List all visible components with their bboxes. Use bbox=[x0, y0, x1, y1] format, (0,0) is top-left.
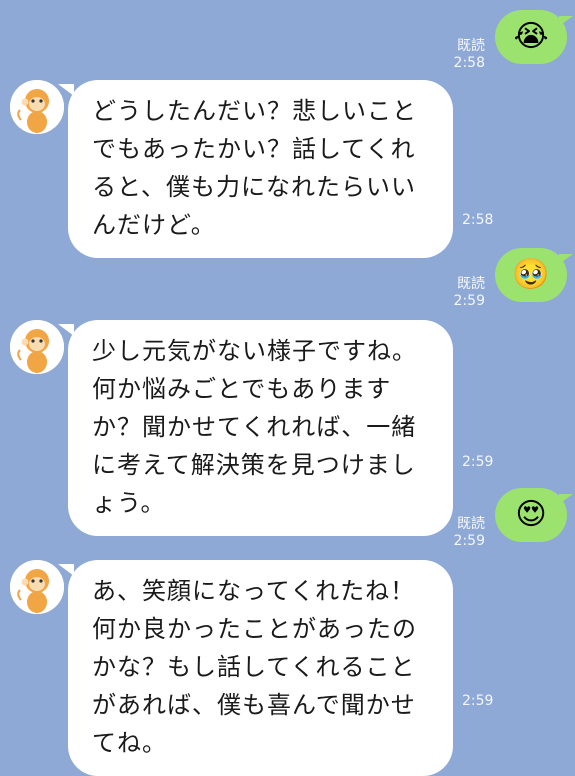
outgoing-message: 既読 2:58 😭 bbox=[367, 10, 573, 72]
avatar[interactable] bbox=[10, 80, 64, 134]
sticker-bubble[interactable]: 🥹 bbox=[495, 248, 573, 302]
outgoing-message: 既読 2:59 😍 bbox=[367, 488, 573, 550]
read-receipt: 既読 bbox=[457, 38, 485, 54]
read-receipt: 既読 bbox=[457, 516, 485, 532]
message-meta: 既読 2:58 bbox=[454, 38, 485, 72]
heart-eyes-face-icon: 😍 bbox=[515, 497, 547, 532]
monkey-avatar-icon bbox=[10, 320, 64, 374]
message-time: 2:58 bbox=[462, 212, 494, 228]
avatar[interactable] bbox=[10, 560, 64, 614]
sticker-bubble[interactable]: 😍 bbox=[495, 488, 573, 542]
outgoing-message: 既読 2:59 🥹 bbox=[367, 248, 573, 310]
message-bubble[interactable]: あ、笑顔になってくれたね！何か良かったことがあったのかな？もし話してくれることが… bbox=[58, 560, 453, 776]
chat-area[interactable]: 既読 2:58 😭 どうしたんだい？悲しいことでもあったかい？話してくれると、僕… bbox=[0, 0, 575, 776]
message-time: 2:59 bbox=[462, 693, 494, 709]
message-time: 2:59 bbox=[453, 293, 485, 309]
monkey-avatar-icon bbox=[10, 80, 64, 134]
message-time: 2:58 bbox=[453, 55, 485, 71]
holding-back-tears-face-icon: 🥹 bbox=[512, 257, 550, 292]
message-time: 2:59 bbox=[462, 454, 494, 470]
message-bubble[interactable]: どうしたんだい？悲しいことでもあったかい？話してくれると、僕も力になれたらいいん… bbox=[58, 80, 453, 258]
read-receipt: 既読 bbox=[457, 276, 485, 292]
sticker-bubble[interactable]: 😭 bbox=[495, 10, 573, 64]
message-meta: 既読 2:59 bbox=[454, 516, 485, 550]
monkey-avatar-icon bbox=[10, 560, 64, 614]
avatar[interactable] bbox=[10, 320, 64, 374]
message-meta: 既読 2:59 bbox=[454, 276, 485, 310]
message-time: 2:59 bbox=[453, 533, 485, 549]
crying-face-icon: 😭 bbox=[513, 19, 549, 54]
